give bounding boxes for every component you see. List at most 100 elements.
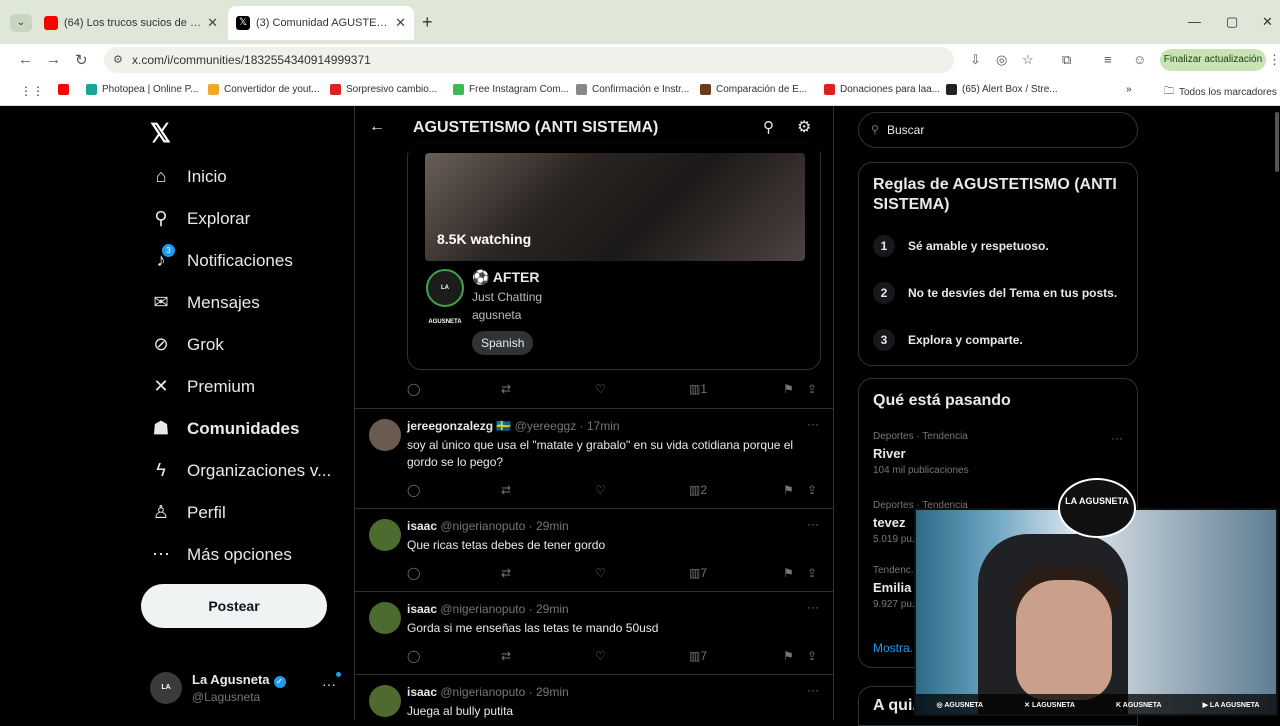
stream-card[interactable]: 8.5K watching LA AGUSNETA ⚽ AFTER Just C… [407, 142, 821, 370]
like-icon[interactable]: ♡ [595, 483, 606, 497]
bookmark-icon[interactable]: ⚑ [783, 566, 794, 580]
install-icon[interactable]: ⇩ [970, 52, 981, 68]
avatar[interactable] [369, 519, 401, 551]
avatar[interactable] [369, 685, 401, 717]
stream-thumbnail[interactable]: 8.5K watching [425, 153, 805, 261]
tweet[interactable]: isaac @nigerianoputo · 29min ··· Juega a… [355, 674, 833, 720]
more-icon[interactable]: ··· [807, 683, 819, 697]
more-icon[interactable]: ··· [807, 517, 819, 531]
reply-icon[interactable]: ◯ [407, 382, 420, 396]
close-window-icon[interactable]: ✕ [1262, 14, 1273, 30]
search-icon[interactable]: ⚲ [763, 118, 774, 136]
like-icon[interactable]: ♡ [595, 382, 606, 396]
media-icon[interactable]: ≡ [1104, 52, 1112, 67]
bookmark-item[interactable]: Free Instagram Com... [453, 84, 569, 95]
like-icon[interactable]: ♡ [595, 566, 606, 580]
language-pill[interactable]: Spanish [472, 331, 534, 355]
sidebar-item-mensajes[interactable]: ✉ Mensajes [150, 292, 259, 313]
retweet-icon[interactable]: ⇄ [501, 649, 511, 663]
more-bookmarks-icon[interactable]: » [1126, 84, 1132, 95]
extensions-icon[interactable]: ⧉ [1062, 52, 1071, 68]
retweet-icon[interactable]: ⇄ [501, 382, 511, 396]
sidebar-item-inicio[interactable]: ⌂ Inicio [150, 166, 227, 187]
views-icon[interactable]: ▥ 7 [689, 649, 707, 663]
maximize-icon[interactable]: ▢ [1226, 14, 1238, 30]
tweet[interactable]: isaac @nigerianoputo · 29min ··· Que ric… [355, 508, 833, 591]
reply-icon[interactable]: ◯ [407, 566, 420, 580]
browser-tab-youtube[interactable]: (64) Los trucos sucios de los hackers ✕ [36, 8, 226, 38]
site-info-icon[interactable]: ⚙ [113, 47, 123, 73]
bookmark-icon[interactable]: ⚑ [783, 483, 794, 497]
bookmark-item[interactable]: Convertidor de yout... [208, 84, 320, 95]
sidebar-item-explorar[interactable]: ⚲ Explorar [150, 208, 250, 229]
reload-icon[interactable]: ↻ [75, 51, 88, 69]
share-icon[interactable]: ⇪ [807, 382, 817, 396]
bookmarks-bar: ⋮⋮ Photopea | Online P... Convertidor de… [0, 76, 1280, 106]
close-tab-icon[interactable]: ✕ [207, 15, 218, 31]
update-button[interactable]: Finalizar actualización [1160, 49, 1266, 71]
close-tab-icon[interactable]: ✕ [395, 15, 406, 31]
views-icon[interactable]: ▥ 2 [689, 483, 707, 497]
views-icon[interactable]: ▥ 7 [689, 566, 707, 580]
more-icon[interactable]: ··· [807, 600, 819, 614]
all-bookmarks[interactable]: 🗀 Todos los marcadores [1164, 84, 1277, 101]
scrollbar[interactable] [1275, 112, 1279, 172]
rule-item[interactable]: 1 Sé amable y respetuoso. [873, 235, 1049, 257]
share-icon[interactable]: ⇪ [807, 566, 817, 580]
bookmark-icon[interactable]: ⚑ [783, 649, 794, 663]
rule-item[interactable]: 2 No te desvíes del Tema en tus posts. [873, 282, 1117, 304]
sidebar-item-notificaciones[interactable]: ♪ 3 Notificaciones [150, 244, 293, 271]
bookmark-item[interactable]: Comparación de E... [700, 84, 807, 95]
sidebar-item-mas-opciones[interactable]: ⋯ Más opciones [150, 544, 292, 565]
sidebar-item-perfil[interactable]: ♙ Perfil [150, 502, 226, 523]
minimize-icon[interactable]: — [1188, 14, 1201, 29]
x-logo-icon[interactable]: 𝕏 [150, 118, 171, 149]
rule-item[interactable]: 3 Explora y comparte. [873, 329, 1023, 351]
bookmark-item[interactable]: (65) Alert Box / Stre... [946, 84, 1058, 95]
address-bar[interactable]: ⚙ x.com/i/communities/183255434091499937… [104, 47, 954, 73]
views-icon[interactable]: ▥ 1 [689, 382, 707, 396]
url-text: x.com/i/communities/1832554340914999371 [132, 53, 371, 67]
new-tab-icon[interactable]: + [422, 12, 433, 33]
tracking-icon[interactable]: ◎ [996, 52, 1007, 68]
bookmark-star-icon[interactable]: ☆ [1022, 52, 1034, 68]
bookmark-item[interactable]: Photopea | Online P... [86, 84, 198, 95]
tweet[interactable]: jereegonzalezg 🇸🇪 @yereeggz · 17min ··· … [355, 408, 833, 508]
back-icon[interactable]: ← [18, 51, 33, 68]
like-icon[interactable]: ♡ [595, 649, 606, 663]
back-arrow-icon[interactable]: ← [369, 118, 385, 136]
more-icon[interactable]: ··· [1111, 431, 1123, 445]
more-icon[interactable]: ··· [807, 417, 819, 431]
account-switcher[interactable]: LA La Agusneta ✓ @Lagusneta ··· [150, 672, 350, 712]
youtube-bookmark-icon[interactable] [58, 84, 74, 95]
trend-item[interactable]: Deportes · Tendencia River 104 mil publi… [873, 431, 1123, 476]
reply-icon[interactable]: ◯ [407, 483, 420, 497]
bookmark-item[interactable]: Sorpresivo cambio... [330, 84, 437, 95]
share-icon[interactable]: ⇪ [807, 649, 817, 663]
share-icon[interactable]: ⇪ [807, 483, 817, 497]
bookmark-item[interactable]: Confirmación e Instr... [576, 84, 689, 95]
sidebar-item-comunidades[interactable]: ☗ Comunidades [150, 418, 299, 439]
bookmark-item[interactable]: Donaciones para laa... [824, 84, 940, 95]
retweet-icon[interactable]: ⇄ [501, 483, 511, 497]
account-more-icon[interactable]: ··· [322, 676, 336, 692]
gear-icon[interactable]: ⚙ [797, 117, 811, 137]
retweet-icon[interactable]: ⇄ [501, 566, 511, 580]
bookmark-icon[interactable]: ⚑ [783, 382, 794, 396]
search-input[interactable]: ⚲ Buscar [858, 112, 1138, 148]
apps-icon[interactable]: ⋮⋮ [20, 84, 44, 98]
sidebar-item-organizaciones[interactable]: ϟ Organizaciones v... [150, 460, 331, 481]
tab-search-menu[interactable]: ⌄ [10, 14, 32, 32]
sidebar-item-premium[interactable]: ✕ Premium [150, 376, 255, 397]
post-button[interactable]: Postear [141, 584, 327, 628]
tweet[interactable]: isaac @nigerianoputo · 29min ··· Gorda s… [355, 591, 833, 674]
show-more-link[interactable]: Mostra... [873, 641, 920, 655]
avatar[interactable] [369, 602, 401, 634]
reply-icon[interactable]: ◯ [407, 649, 420, 663]
forward-icon[interactable]: → [46, 51, 61, 68]
sidebar-item-grok[interactable]: ⊘ Grok [150, 334, 223, 355]
avatar[interactable] [369, 419, 401, 451]
profile-icon[interactable]: ☺ [1133, 52, 1146, 67]
browser-tab-x[interactable]: 𝕏 (3) Comunidad AGUSTETISMO (ANTI SISTEM… [228, 6, 414, 40]
menu-icon[interactable]: ⋮ [1268, 52, 1280, 68]
